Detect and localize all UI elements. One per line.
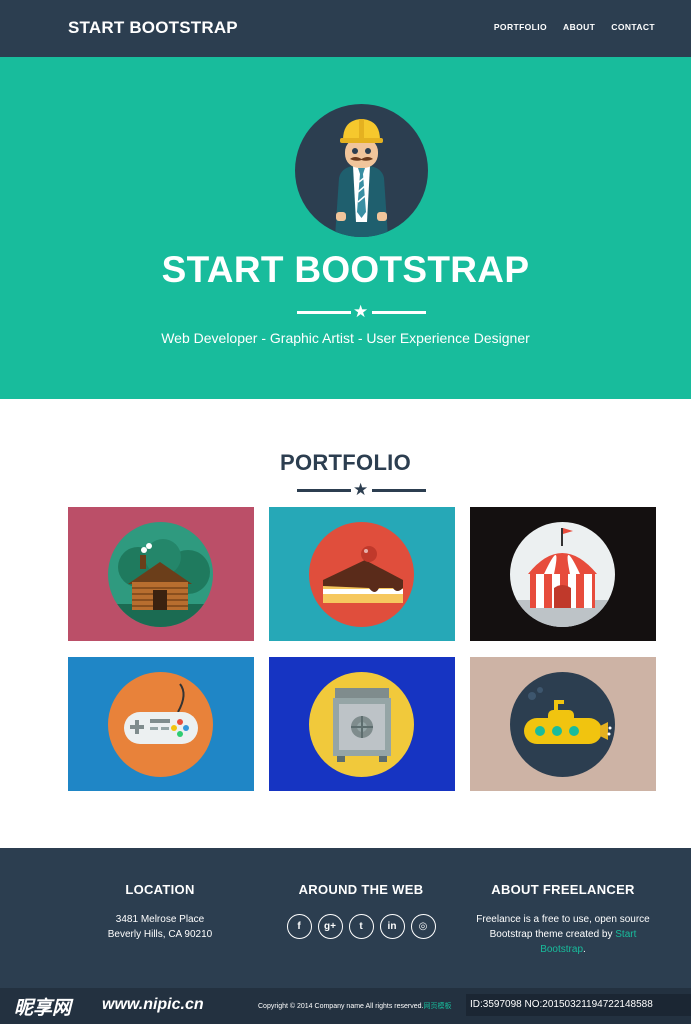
portfolio-heading: PORTFOLIO — [279, 450, 412, 475]
portfolio-star-divider: ★ — [297, 480, 426, 499]
nav-link-about[interactable]: ABOUT — [563, 22, 595, 32]
dribbble-icon[interactable]: ◎ — [410, 914, 436, 939]
copyright-extra: 网页模板 — [423, 1003, 452, 1010]
nav-menu: PORTFOLIO ABOUT CONTACT — [494, 22, 655, 32]
intro-header: START BOOTSTRAP ★ Web Developer - Graphi… — [0, 57, 691, 399]
portfolio-item-game[interactable] — [68, 657, 254, 791]
hero-title: START BOOTSTRAP — [161, 249, 530, 290]
log-cabin-icon — [108, 522, 213, 627]
construction-worker-avatar — [295, 104, 428, 237]
linkedin-icon[interactable]: in — [379, 914, 405, 939]
portfolio-item-circus[interactable] — [470, 507, 656, 641]
address-line-1: 3481 Melrose Place — [115, 914, 205, 925]
brand-link[interactable]: START BOOTSTRAP — [68, 18, 238, 38]
star-icon: ★ — [353, 302, 369, 321]
footer-around-heading: AROUND THE WEB — [298, 882, 424, 897]
copyright-text: Copyright © 2014 Company name All rights… — [258, 1001, 451, 1011]
start-bootstrap-link[interactable]: Start — [615, 929, 636, 940]
star-divider: ★ — [297, 302, 426, 321]
nav-link-portfolio[interactable]: PORTFOLIO — [494, 22, 547, 32]
star-icon: ★ — [353, 480, 369, 499]
cake-slice-icon — [309, 522, 414, 627]
portfolio-item-cabin[interactable] — [68, 507, 254, 641]
watermark-id: ID:3597098 NO:20150321194722148588 — [466, 994, 691, 1016]
footer: LOCATION 3481 Melrose Place Beverly Hill… — [0, 848, 691, 988]
start-bootstrap-link-2[interactable]: Bootstrap — [540, 944, 583, 955]
about-text-line-1: Freelance is a free to use, open source — [476, 914, 650, 925]
footer-location: LOCATION 3481 Melrose Place Beverly Hill… — [70, 848, 250, 942]
social-buttons: f g+ t in ◎ — [271, 914, 451, 939]
circus-tent-icon — [510, 522, 615, 627]
twitter-icon[interactable]: t — [348, 914, 374, 939]
portfolio-item-cake[interactable] — [269, 507, 455, 641]
footer-around-the-web: AROUND THE WEB f g+ t in ◎ — [271, 848, 451, 939]
watermark-logo: 昵享网 — [14, 998, 72, 1019]
navbar: START BOOTSTRAP PORTFOLIO ABOUT CONTACT — [0, 0, 691, 57]
portfolio-item-submarine[interactable] — [470, 657, 656, 791]
address-line-2: Beverly Hills, CA 90210 — [107, 929, 213, 940]
portfolio-item-safe[interactable] — [269, 657, 455, 791]
footer-location-heading: LOCATION — [125, 882, 195, 897]
facebook-icon[interactable]: f — [286, 914, 312, 939]
hero-subtitle: Web Developer - Graphic Artist - User Ex… — [161, 330, 530, 346]
footer-address: 3481 Melrose Place Beverly Hills, CA 902… — [70, 912, 250, 942]
footer-about: ABOUT FREELANCER Freelance is a free to … — [468, 848, 658, 957]
about-text-line-2: Bootstrap theme created by — [489, 929, 616, 940]
copyright-label: Copyright © 2014 Company name All rights… — [258, 1003, 424, 1010]
safe-icon — [309, 672, 414, 777]
nav-link-contact[interactable]: CONTACT — [611, 22, 655, 32]
footer-about-heading: ABOUT FREELANCER — [491, 882, 635, 897]
watermark-url: www.nipic.cn — [102, 996, 204, 1013]
submarine-icon — [510, 672, 615, 777]
game-controller-icon — [108, 672, 213, 777]
footer-about-text: Freelance is a free to use, open source … — [468, 912, 658, 957]
google-plus-icon[interactable]: g+ — [317, 914, 343, 939]
about-text-period: . — [583, 944, 586, 955]
